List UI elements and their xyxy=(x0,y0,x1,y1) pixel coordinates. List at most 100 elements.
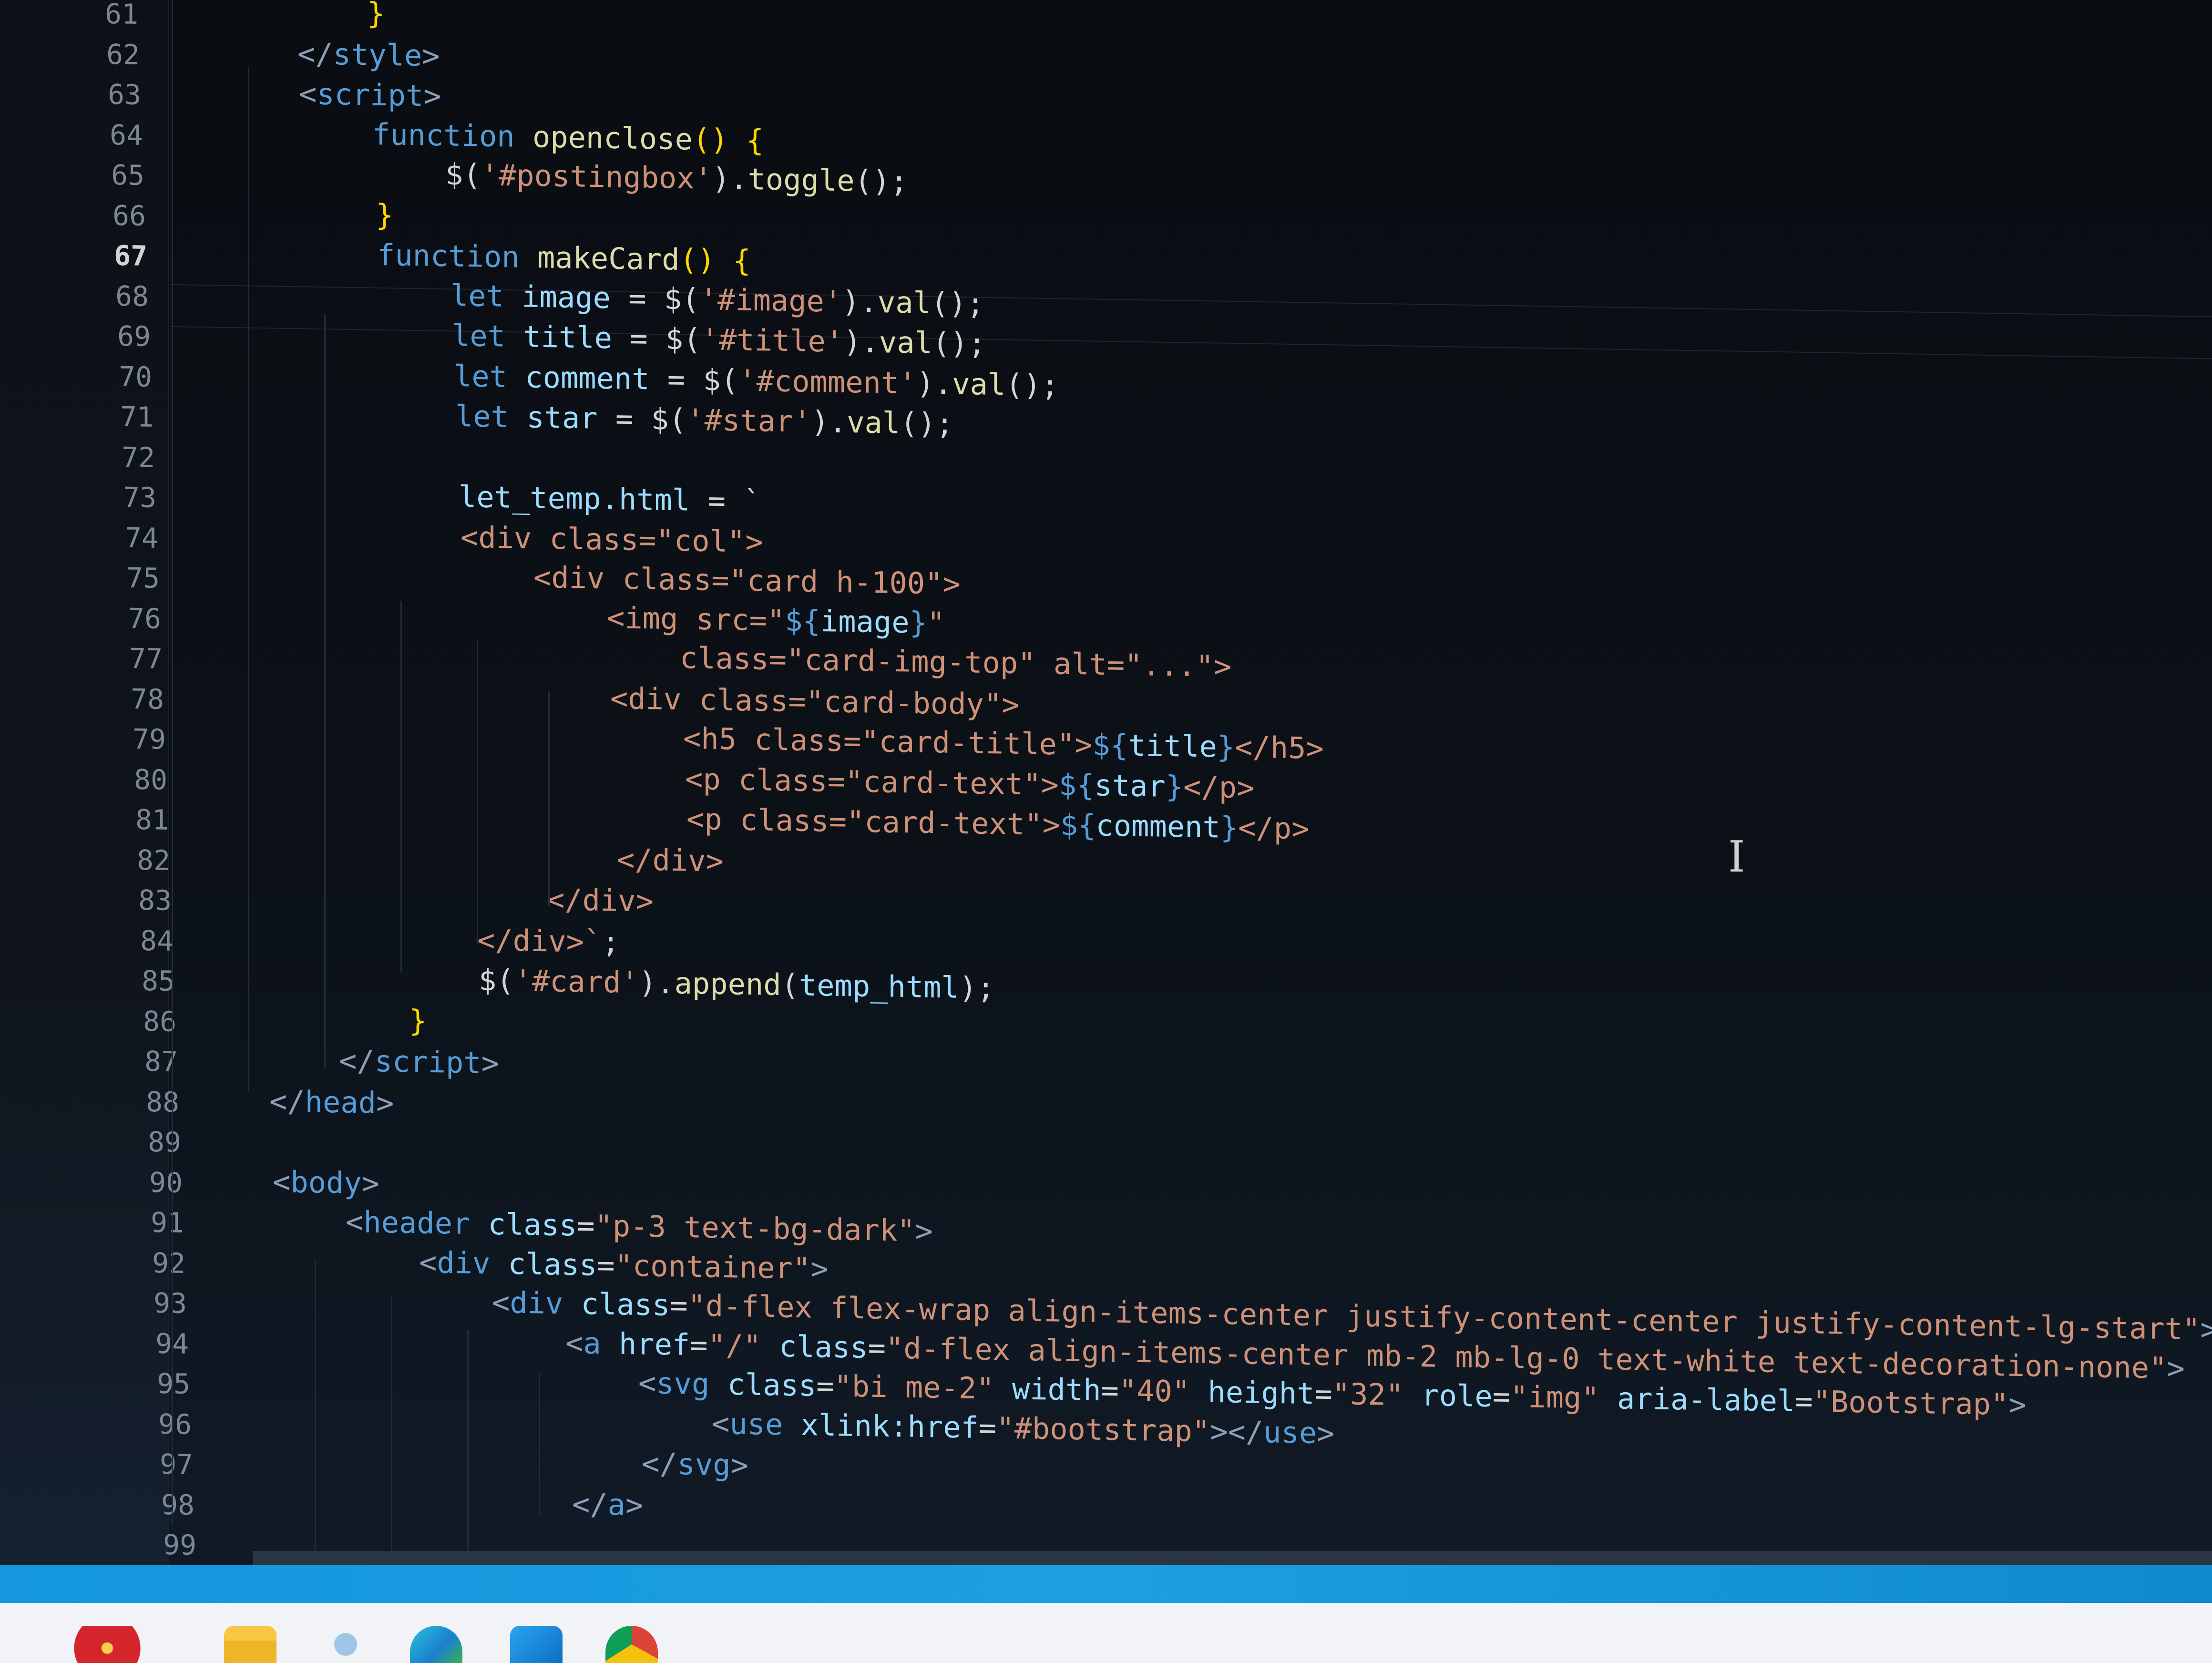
poinsettia-wallpaper-icon[interactable] xyxy=(57,1626,157,1663)
code-token: <div class="card-body"> xyxy=(610,680,1020,722)
code-token: width xyxy=(1012,1371,1101,1408)
code-token: class xyxy=(778,1328,868,1365)
code-token: } xyxy=(1165,769,1183,804)
code-token: "32" xyxy=(1332,1376,1422,1413)
line-number: 84 xyxy=(140,924,174,957)
code-token: '#title' xyxy=(701,322,844,359)
code-token: ). xyxy=(916,365,952,401)
line-number: 68 xyxy=(115,279,149,313)
code-line[interactable]: } xyxy=(367,0,385,34)
code-token: style xyxy=(333,36,422,73)
code-token: a xyxy=(583,1325,619,1361)
snipping-tool-icon[interactable] xyxy=(319,1626,372,1663)
code-token: val xyxy=(952,366,1005,402)
code-line[interactable]: </head> xyxy=(269,1081,394,1123)
code-editor[interactable]: } </style> <script> function openclose() {$… xyxy=(0,0,2212,1569)
code-token: star xyxy=(526,400,598,436)
line-number: 64 xyxy=(109,118,143,152)
code-line[interactable]: </style> xyxy=(297,34,440,76)
code-line[interactable]: function openclose() { xyxy=(372,114,764,161)
code-token: } xyxy=(1220,810,1239,845)
code-line[interactable]: let_temp.html = ` xyxy=(459,477,761,522)
code-line[interactable]: } xyxy=(409,1001,427,1041)
code-token: > xyxy=(2166,1350,2185,1386)
line-number: 65 xyxy=(111,158,144,192)
code-token: svg xyxy=(656,1365,727,1402)
code-token: = ` xyxy=(690,482,761,519)
code-line[interactable]: $('#card').append(temp_html); xyxy=(479,960,995,1008)
line-number: 80 xyxy=(133,763,167,796)
code-line[interactable]: </svg> xyxy=(642,1444,748,1486)
code-token: let xyxy=(452,318,523,354)
code-line[interactable]: class="card-img-top" alt="..."> xyxy=(680,638,1231,687)
code-token: let xyxy=(455,399,527,435)
code-line[interactable]: let title = $('#title').val(); xyxy=(452,316,986,364)
code-token: </p> xyxy=(1238,810,1310,846)
code-token: = xyxy=(1101,1373,1119,1408)
code-token: div xyxy=(510,1285,581,1321)
line-number: 94 xyxy=(155,1327,189,1360)
code-token: val xyxy=(877,284,931,320)
code-token: image xyxy=(521,278,611,315)
code-line[interactable]: <div class="card h-100"> xyxy=(533,557,961,604)
code-line[interactable]: </script> xyxy=(339,1041,499,1083)
code-token: = $( xyxy=(597,400,687,437)
line-number: 70 xyxy=(118,360,152,393)
code-token: let xyxy=(453,358,525,394)
code-token: <div class="col"> xyxy=(460,519,763,559)
code-token: $( xyxy=(479,963,514,998)
code-token: ). xyxy=(712,161,748,196)
line-number: 87 xyxy=(144,1045,178,1078)
code-token: = xyxy=(596,1247,615,1283)
code-line[interactable]: </div>`; xyxy=(477,920,620,963)
code-token: > xyxy=(1316,1415,1334,1451)
code-token: ). xyxy=(638,965,675,1001)
code-token: = xyxy=(689,1327,708,1363)
code-token: function xyxy=(372,116,533,154)
code-line[interactable]: <script> xyxy=(299,74,441,116)
code-token: openclose xyxy=(532,119,693,157)
file-explorer-icon[interactable] xyxy=(224,1626,276,1663)
indent-guide xyxy=(324,315,326,1068)
code-token: ${ xyxy=(784,603,820,638)
code-token: = xyxy=(868,1330,886,1365)
code-line[interactable]: let star = $('#star').val(); xyxy=(455,396,953,444)
code-line[interactable]: $('#postingbox').toggle(); xyxy=(445,154,908,202)
code-line[interactable]: <div class="col"> xyxy=(461,517,763,562)
code-token: aria-label xyxy=(1617,1381,1795,1419)
indent-guide xyxy=(539,1373,540,1516)
vscode-icon[interactable] xyxy=(510,1626,563,1663)
code-line[interactable]: <div class="container"> xyxy=(419,1242,829,1289)
code-line[interactable]: <body> xyxy=(273,1162,379,1204)
code-token: role xyxy=(1421,1377,1493,1414)
code-token: a xyxy=(607,1487,625,1522)
line-number: 67 xyxy=(114,239,148,272)
code-token: function xyxy=(377,237,537,275)
code-token: </ xyxy=(297,36,333,72)
line-number: 93 xyxy=(154,1286,187,1320)
line-number: 92 xyxy=(152,1246,186,1280)
code-token: "Bootstrap" xyxy=(1813,1384,2009,1422)
code-token: let_temp.html xyxy=(459,479,690,518)
code-token: image xyxy=(820,603,910,640)
code-line[interactable]: function makeCard() { xyxy=(377,235,751,281)
code-token: " xyxy=(927,605,945,640)
line-number: 77 xyxy=(129,642,163,675)
code-line[interactable]: </div> xyxy=(617,840,724,882)
code-token: </h5> xyxy=(1235,729,1324,766)
code-token: > xyxy=(915,1213,933,1249)
code-token: '#comment' xyxy=(738,362,917,400)
code-line[interactable]: </div> xyxy=(547,880,654,922)
code-token: header xyxy=(363,1204,488,1242)
code-token: </p> xyxy=(1183,769,1254,805)
code-token: <div class="card h-100"> xyxy=(533,560,961,602)
line-number: 83 xyxy=(138,883,172,917)
line-number: 62 xyxy=(106,38,140,71)
code-line[interactable]: } xyxy=(376,195,393,236)
code-line[interactable]: <div class="card-body"> xyxy=(610,678,1020,725)
code-token: <p class="card-text"> xyxy=(686,801,1060,842)
horizontal-scrollbar[interactable] xyxy=(253,1551,2212,1565)
code-token: </ xyxy=(269,1083,305,1119)
code-line[interactable]: </a> xyxy=(572,1484,643,1525)
code-line[interactable]: <img src="${image}" xyxy=(607,598,945,643)
